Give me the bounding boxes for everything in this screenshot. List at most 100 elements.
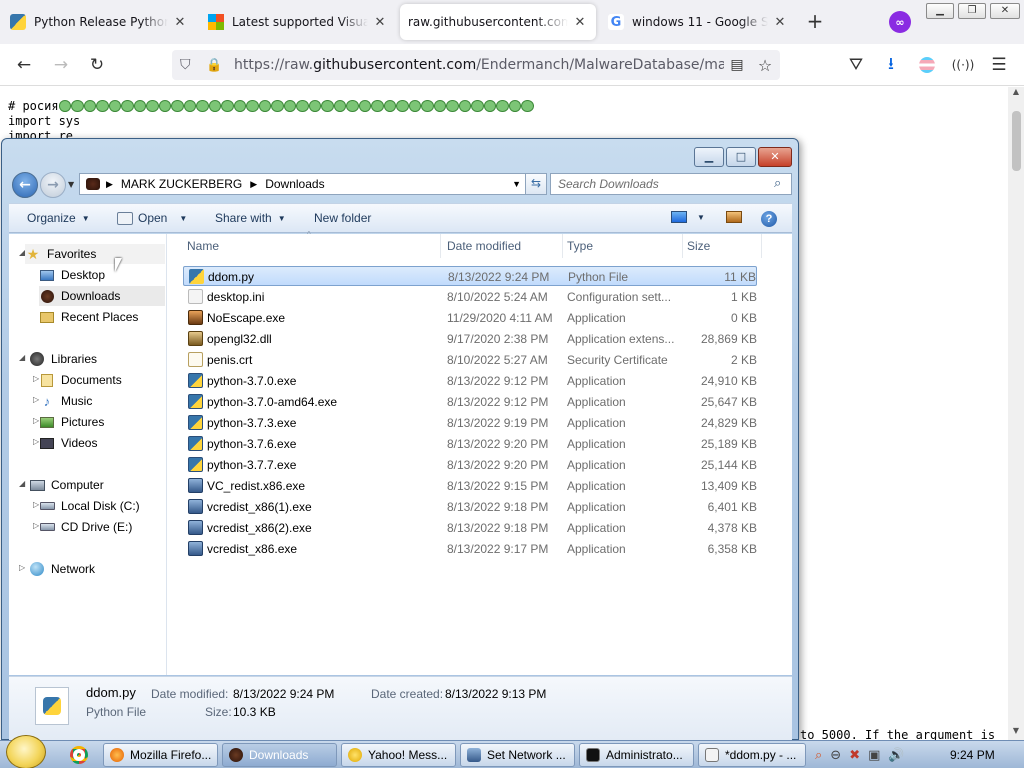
share-with-button[interactable]: Share with ▼ — [215, 211, 286, 225]
column-type[interactable]: Type — [563, 234, 683, 258]
menu-icon[interactable]: ☰ — [986, 53, 1012, 77]
reload-icon[interactable]: ↻ — [84, 53, 110, 77]
forward-button[interactable]: → — [40, 172, 66, 198]
tab-raw-github[interactable]: raw.githubusercontent.com/En ✕ — [400, 4, 596, 40]
change-view-button[interactable]: ▼ — [671, 211, 705, 223]
taskbar-clock[interactable]: 9:24 PM — [950, 741, 995, 768]
nav-cd-drive[interactable]: CD Drive (E:) — [39, 517, 132, 537]
breadcrumb-downloads[interactable]: Downloads — [265, 177, 324, 191]
shield-icon[interactable]: ⛉ — [180, 57, 191, 73]
file-row[interactable]: vcredist_x86.exe 8/13/2022 9:17 PM Applica… — [183, 539, 757, 559]
taskbar-button[interactable]: *ddom.py - ... — [698, 743, 806, 767]
organize-button[interactable]: Organize ▼ — [27, 211, 90, 225]
nav-music[interactable]: ♪ Music — [39, 391, 93, 411]
address-bar[interactable]: ▶ MARK ZUCKERBERG ▶ Downloads ▼ — [79, 173, 528, 195]
explorer-maximize-button[interactable]: □ — [726, 147, 756, 167]
taskbar-button[interactable]: Yahoo! Mess... — [341, 743, 456, 767]
scroll-down-icon[interactable]: ▼ — [1008, 726, 1024, 740]
nav-downloads[interactable]: Downloads — [39, 286, 165, 306]
close-window-button[interactable]: ✕ — [990, 3, 1020, 19]
file-row[interactable]: vcredist_x86(1).exe 8/13/2022 9:18 PM Appl… — [183, 497, 757, 517]
downloads-icon[interactable]: ⭳ — [878, 53, 904, 77]
preview-pane-button[interactable] — [726, 211, 742, 223]
address-dropdown-icon[interactable]: ▼ — [512, 179, 521, 189]
nav-favorites[interactable]: ★ Favorites — [25, 244, 165, 264]
forward-arrow-icon[interactable]: → — [48, 53, 74, 77]
bookmark-star-icon[interactable]: ☆ — [750, 56, 780, 75]
nav-recent-places[interactable]: Recent Places — [39, 307, 138, 327]
taskbar-button[interactable]: Downloads — [222, 743, 337, 767]
lock-icon[interactable]: 🔒 — [206, 58, 222, 73]
column-name[interactable]: Name — [183, 234, 441, 258]
search-tray-icon[interactable]: ⌕ — [815, 748, 822, 763]
refresh-icon[interactable]: ⇆ — [525, 173, 547, 195]
close-icon[interactable]: ✕ — [772, 15, 788, 30]
breadcrumb-separator-icon[interactable]: ▶ — [250, 179, 257, 190]
start-orb-icon[interactable] — [6, 735, 46, 768]
nav-desktop[interactable]: Desktop — [39, 265, 105, 285]
minus-circle-icon[interactable]: ⊖ — [830, 748, 841, 763]
nav-local-disk[interactable]: Local Disk (C:) — [39, 496, 140, 516]
nav-computer[interactable]: Computer — [29, 475, 104, 495]
scroll-up-icon[interactable]: ▲ — [1008, 87, 1024, 101]
chrome-icon[interactable] — [70, 746, 88, 764]
file-row[interactable]: python-3.7.3.exe 8/13/2022 9:19 PM Applica… — [183, 413, 757, 433]
taskbar-button[interactable]: Administrato... — [579, 743, 694, 767]
tab-python-release[interactable]: Python Release Python 3.7 ✕ — [2, 4, 196, 40]
file-row[interactable]: opengl32.dll 9/17/2020 2:38 PM Application… — [183, 329, 757, 349]
nav-documents[interactable]: Documents — [39, 370, 122, 390]
pocket-icon[interactable]: ⛛ — [843, 53, 869, 77]
nav-pictures[interactable]: Pictures — [39, 412, 104, 432]
search-input[interactable]: Search Downloads — [550, 173, 792, 195]
volume-icon[interactable]: 🔊 — [888, 748, 904, 763]
file-row[interactable]: python-3.7.7.exe 8/13/2022 9:20 PM Applica… — [183, 455, 757, 475]
help-button[interactable]: ? — [761, 211, 777, 227]
nav-videos[interactable]: Videos — [39, 433, 97, 453]
file-row[interactable]: vcredist_x86(2).exe 8/13/2022 9:18 PM Appl… — [183, 518, 757, 538]
explorer-close-button[interactable]: ✕ — [758, 147, 792, 167]
close-icon[interactable]: ✕ — [372, 15, 388, 30]
expand-triangle-icon[interactable]: ◢ — [19, 479, 25, 488]
url-bar[interactable]: ⛉ 🔒 https://raw.githubusercontent.com/En… — [172, 50, 780, 80]
minimize-button[interactable]: ▁ — [926, 3, 954, 19]
back-arrow-icon[interactable]: ← — [11, 53, 37, 77]
nav-network[interactable]: Network — [29, 559, 95, 579]
page-scrollbar[interactable]: ▲ ▼ — [1008, 87, 1024, 740]
explorer-minimize-button[interactable]: ▁ — [694, 147, 724, 167]
file-row[interactable]: python-3.7.0-amd64.exe 8/13/2022 9:12 PM A… — [183, 392, 757, 412]
file-row[interactable]: NoEscape.exe 11/29/2020 4:11 AM Applicatio… — [183, 308, 757, 328]
maximize-button[interactable]: ❐ — [958, 3, 986, 19]
file-row[interactable]: penis.crt 8/10/2022 5:27 AM Security Certi… — [183, 350, 757, 370]
network-error-icon[interactable]: ✖ — [849, 748, 860, 763]
column-size[interactable]: Size — [683, 234, 762, 258]
search-icon[interactable]: ⌕ — [774, 176, 781, 191]
file-row[interactable]: VC_redist.x86.exe 8/13/2022 9:15 PM Applic… — [183, 476, 757, 496]
file-row[interactable]: python-3.7.6.exe 8/13/2022 9:20 PM Applica… — [183, 434, 757, 454]
open-button[interactable]: Open ▼ — [117, 211, 187, 225]
back-button[interactable]: ← — [12, 172, 38, 198]
breadcrumb-separator-icon[interactable]: ▶ — [106, 179, 113, 190]
tab-google-search[interactable]: G windows 11 - Google Sear ✕ — [600, 4, 796, 40]
close-icon[interactable]: ✕ — [572, 15, 588, 30]
monitor-icon[interactable]: ▣ — [868, 748, 880, 763]
file-row[interactable]: desktop.ini 8/10/2022 5:24 AM Configuratio… — [183, 287, 757, 307]
extension-flag-icon[interactable] — [914, 53, 940, 77]
taskbar-button[interactable]: Mozilla Firefo... — [103, 743, 218, 767]
taskbar-button[interactable]: Set Network ... — [460, 743, 575, 767]
collapsed-triangle-icon[interactable]: ▷ — [19, 563, 25, 572]
new-tab-button[interactable]: + — [804, 11, 826, 32]
breadcrumb-user[interactable]: MARK ZUCKERBERG — [121, 177, 242, 191]
recent-pages-dropdown-icon[interactable]: ▼ — [68, 180, 74, 189]
extension-icon[interactable]: ((·)) — [950, 53, 976, 77]
column-date-modified[interactable]: Date modified — [443, 234, 563, 258]
file-row[interactable]: python-3.7.0.exe 8/13/2022 9:12 PM Applica… — [183, 371, 757, 391]
new-folder-button[interactable]: New folder — [314, 211, 371, 225]
certificate-icon — [188, 352, 203, 367]
reader-view-icon[interactable]: ▤ — [724, 57, 750, 73]
close-icon[interactable]: ✕ — [172, 15, 188, 30]
tab-visual-cpp[interactable]: Latest supported Visual C+ ✕ — [200, 4, 396, 40]
file-row[interactable]: ddom.py 8/13/2022 9:24 PM Python File 11 KB — [183, 266, 757, 286]
expand-triangle-icon[interactable]: ◢ — [19, 353, 25, 362]
nav-libraries[interactable]: Libraries — [29, 349, 97, 369]
scrollbar-thumb[interactable] — [1012, 111, 1021, 171]
